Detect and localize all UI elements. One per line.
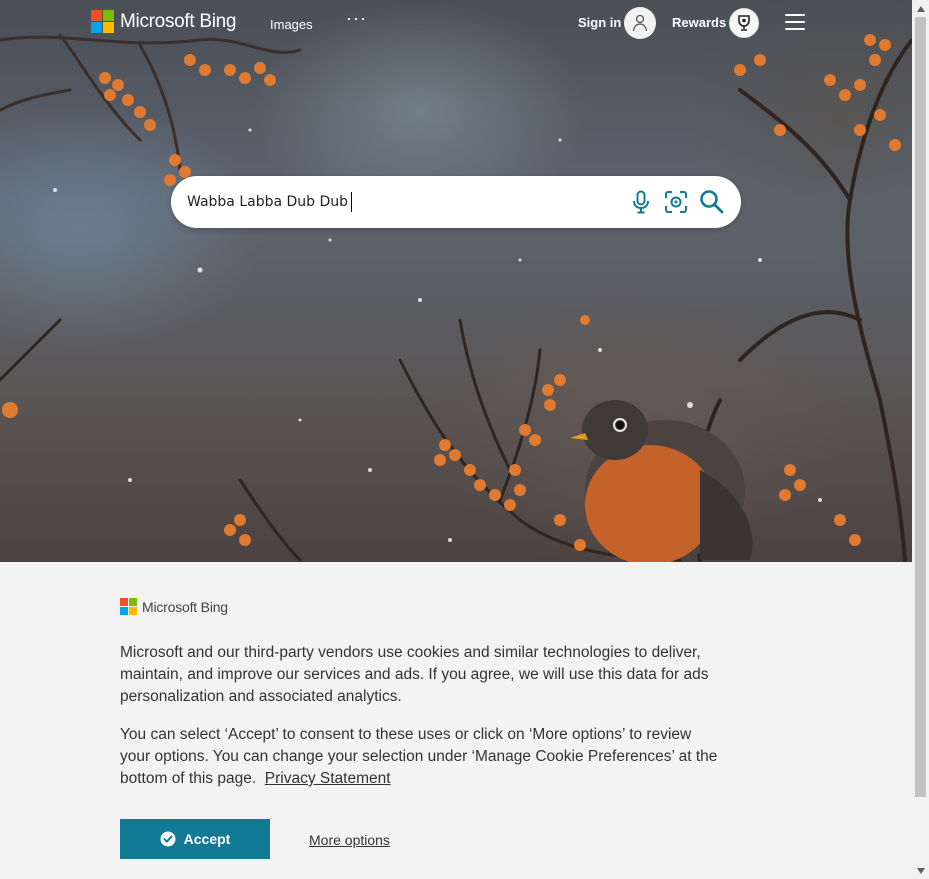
consent-paragraph-2: You can select ‘Accept’ to consent to th… xyxy=(120,724,720,790)
microsoft-logo-icon xyxy=(91,10,114,33)
search-icon[interactable] xyxy=(699,189,725,215)
avatar-icon[interactable] xyxy=(624,7,656,39)
text-cursor xyxy=(351,192,352,212)
cookie-consent-panel: Microsoft Bing Microsoft and our third-p… xyxy=(0,562,912,879)
rewards-link[interactable]: Rewards xyxy=(672,15,726,30)
top-header: Microsoft Bing Images ··· Sign in Reward… xyxy=(0,0,912,46)
more-menu-button[interactable]: ··· xyxy=(346,8,367,29)
scrollbar-thumb[interactable] xyxy=(915,17,926,797)
microphone-icon[interactable] xyxy=(628,189,654,215)
scroll-up-arrow-icon[interactable] xyxy=(912,0,929,17)
more-options-link[interactable]: More options xyxy=(309,832,390,848)
nav-images-link[interactable]: Images xyxy=(270,17,313,32)
trophy-icon[interactable] xyxy=(729,8,759,38)
privacy-statement-link[interactable]: Privacy Statement xyxy=(265,770,391,787)
sign-in-link[interactable]: Sign in xyxy=(578,15,621,30)
visual-search-icon[interactable] xyxy=(663,189,689,215)
consent-brand-name: Microsoft Bing xyxy=(142,598,228,615)
hamburger-menu-icon[interactable] xyxy=(785,14,805,30)
microsoft-logo-icon xyxy=(120,598,137,615)
search-box xyxy=(171,176,741,228)
robin-on-branch-illustration xyxy=(0,33,912,562)
consent-paragraph-1: Microsoft and our third-party vendors us… xyxy=(120,644,709,705)
background-image xyxy=(0,0,912,562)
accept-button[interactable]: Accept xyxy=(120,819,270,859)
bing-logo-link[interactable]: Microsoft Bing xyxy=(91,10,236,33)
accept-button-label: Accept xyxy=(183,831,231,847)
checkmark-circle-icon xyxy=(160,831,176,847)
vertical-scrollbar[interactable] xyxy=(912,0,929,879)
brand-name: Microsoft Bing xyxy=(120,10,237,32)
consent-logo: Microsoft Bing xyxy=(120,598,228,615)
consent-paragraph-2-text: You can select ‘Accept’ to consent to th… xyxy=(120,726,718,787)
search-input[interactable] xyxy=(187,190,607,214)
scroll-down-arrow-icon[interactable] xyxy=(912,862,929,879)
